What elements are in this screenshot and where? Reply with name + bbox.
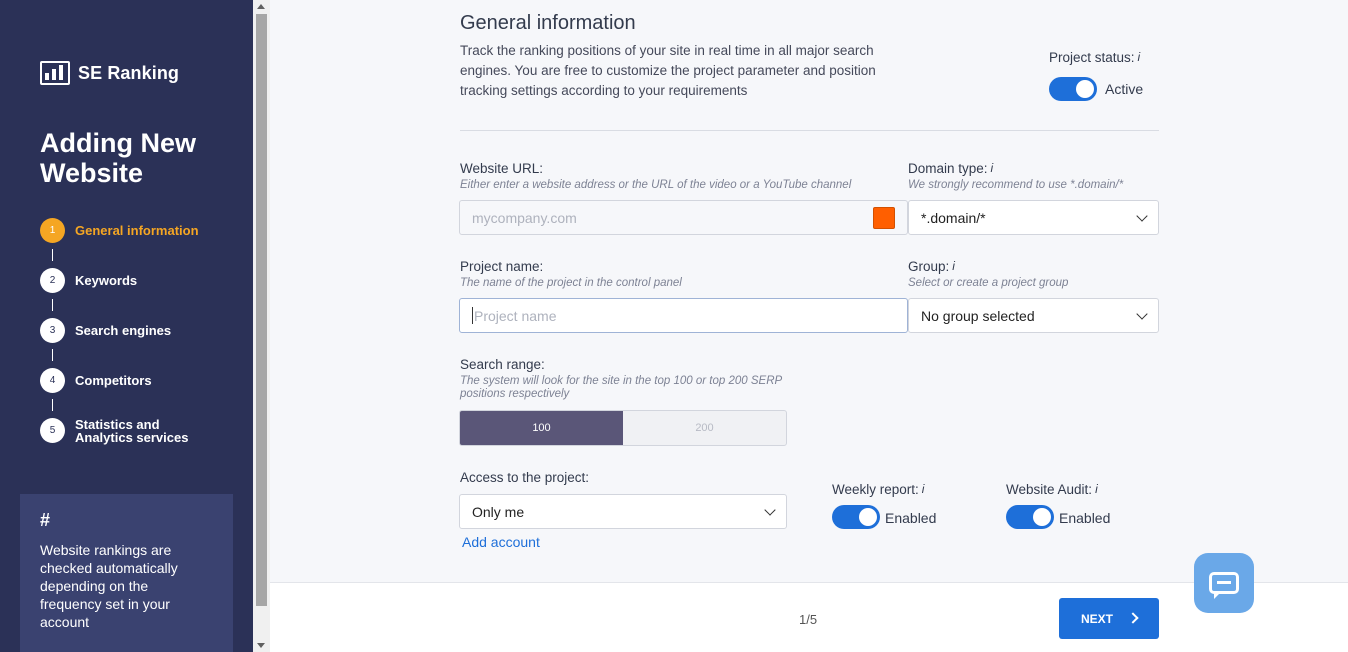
website-audit-toggle[interactable] [1006, 505, 1054, 529]
step-keywords[interactable]: 2 Keywords [40, 268, 240, 293]
project-status-label: Project status: i [1049, 50, 1141, 65]
domain-type-value: *.domain/* [921, 209, 986, 226]
group-label: Group: i [908, 259, 955, 274]
chevron-down-icon [1136, 209, 1148, 222]
page-indicator: 1/5 [799, 612, 818, 627]
next-button[interactable]: NEXT [1059, 598, 1159, 639]
project-color-picker[interactable] [873, 207, 895, 229]
logo[interactable]: SE Ranking [40, 61, 179, 85]
group-hint: Select or create a project group [908, 277, 1069, 289]
project-status-value: Active [1105, 81, 1144, 97]
chevron-right-icon [1127, 612, 1139, 624]
step-connector [52, 349, 53, 361]
scrollbar-thumb[interactable] [256, 14, 267, 606]
step-label: Competitors [75, 373, 152, 388]
info-icon[interactable]: i [1138, 50, 1141, 64]
section-title: General information [460, 12, 636, 34]
website-url-placeholder: mycompany.com [472, 209, 577, 226]
website-url-label: Website URL: [460, 161, 544, 176]
step-number: 1 [40, 218, 65, 243]
text-caret [472, 307, 473, 324]
tip-box: # Website rankings are checked automatic… [20, 494, 233, 652]
hash-icon: # [40, 510, 51, 530]
search-range-200[interactable]: 200 [623, 411, 786, 445]
step-number: 5 [40, 418, 65, 443]
scroll-down-icon[interactable] [257, 643, 265, 648]
step-label: Statistics and Analytics services [75, 417, 189, 445]
weekly-report-label: Weekly report: i [832, 482, 925, 497]
step-general-information[interactable]: 1 General information [40, 218, 240, 243]
project-name-hint: The name of the project in the control p… [460, 277, 682, 289]
domain-type-select[interactable]: *.domain/* [908, 200, 1159, 235]
weekly-report-value: Enabled [885, 510, 937, 526]
scroll-up-icon[interactable] [257, 4, 265, 9]
group-select[interactable]: No group selected [908, 298, 1159, 333]
step-number: 4 [40, 368, 65, 393]
divider [460, 130, 1159, 131]
website-audit-value: Enabled [1059, 510, 1111, 526]
logo-icon [40, 61, 70, 85]
chat-widget-button[interactable] [1194, 553, 1254, 613]
chevron-down-icon [764, 503, 776, 516]
step-number: 2 [40, 268, 65, 293]
search-range-label: Search range: [460, 357, 545, 372]
access-value: Only me [472, 503, 525, 520]
logo-text: SE Ranking [78, 62, 180, 83]
tip-text: Website rankings are checked automatical… [40, 542, 178, 630]
sidebar: SE Ranking Adding New Website 1 General … [0, 0, 253, 652]
next-label: NEXT [1081, 611, 1114, 626]
project-status-toggle[interactable] [1049, 77, 1097, 101]
step-label: Search engines [75, 323, 172, 338]
step-search-engines[interactable]: 3 Search engines [40, 318, 240, 343]
footer: 1/5 NEXT [270, 582, 1348, 652]
add-account-link[interactable]: Add account [462, 534, 540, 550]
step-connector [52, 299, 53, 311]
main-content: General information Track the ranking po… [270, 0, 1348, 582]
step-competitors[interactable]: 4 Competitors [40, 368, 240, 393]
search-range-hint: The system will look for the site in the… [460, 375, 782, 400]
domain-type-label: Domain type: i [908, 161, 994, 176]
website-audit-label: Website Audit: i [1006, 482, 1098, 497]
section-description: Track the ranking positions of your site… [460, 43, 876, 98]
info-icon[interactable]: i [1095, 482, 1098, 496]
search-range-toggle: 100 200 [459, 410, 787, 446]
step-label: Keywords [75, 273, 138, 288]
step-statistics-analytics[interactable]: 5 Statistics and Analytics services [40, 418, 240, 444]
step-connector [52, 399, 53, 411]
info-icon[interactable]: i [952, 259, 955, 273]
weekly-report-toggle[interactable] [832, 505, 880, 529]
website-url-input[interactable]: mycompany.com [459, 200, 908, 235]
access-label: Access to the project: [460, 470, 590, 485]
search-range-100[interactable]: 100 [460, 411, 623, 445]
info-icon[interactable]: i [922, 482, 925, 496]
info-icon[interactable]: i [991, 161, 994, 175]
scrollbar[interactable] [253, 0, 270, 652]
chat-icon [1209, 572, 1239, 599]
step-label: General information [75, 223, 199, 238]
access-select[interactable]: Only me [459, 494, 787, 529]
step-connector [52, 249, 53, 261]
project-name-label: Project name: [460, 259, 544, 274]
chevron-down-icon [1136, 307, 1148, 320]
website-url-hint: Either enter a website address or the UR… [460, 179, 852, 191]
group-value: No group selected [921, 307, 1035, 324]
project-name-input[interactable]: Project name [459, 298, 908, 333]
project-name-placeholder: Project name [474, 307, 557, 324]
page-title: Adding New Website [40, 128, 196, 188]
domain-type-hint: We strongly recommend to use *.domain/* [908, 179, 1124, 191]
step-number: 3 [40, 318, 65, 343]
